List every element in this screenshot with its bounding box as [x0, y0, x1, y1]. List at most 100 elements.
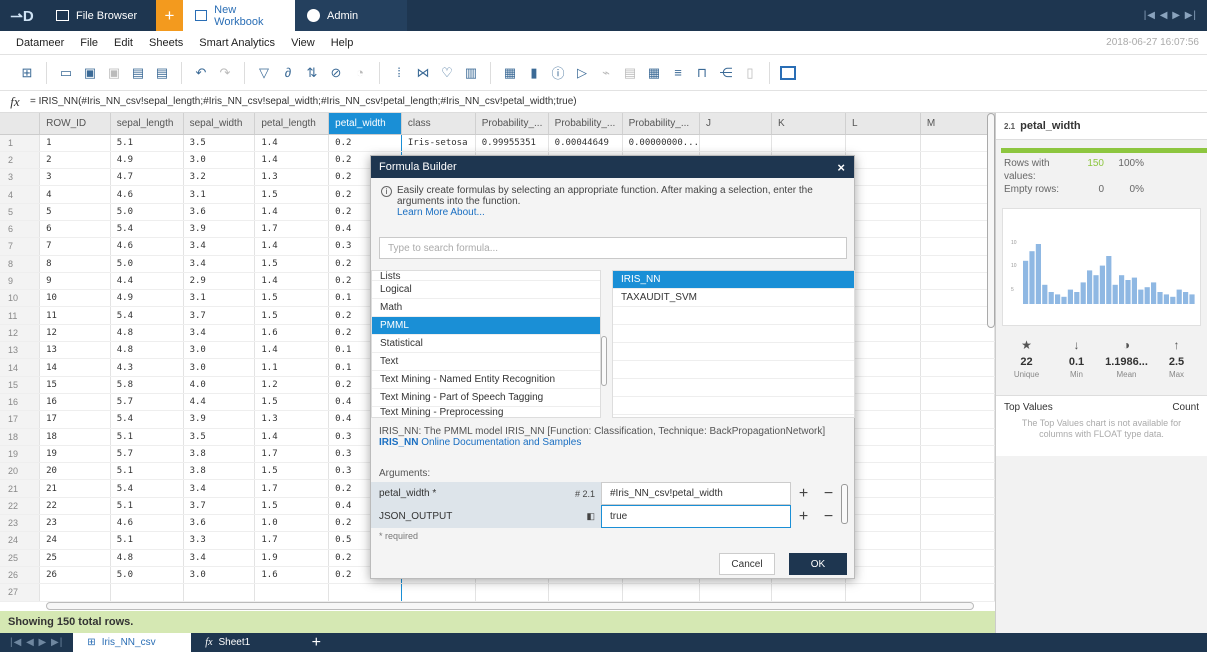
- table-cell[interactable]: 3.7: [183, 497, 256, 516]
- table-cell[interactable]: 5.7: [110, 445, 184, 464]
- table-cell[interactable]: 14: [39, 358, 111, 377]
- table-cell[interactable]: 5.1: [110, 134, 184, 152]
- table-cell[interactable]: 5.1: [110, 462, 184, 481]
- row-number[interactable]: 10: [0, 289, 41, 308]
- column-header[interactable]: Probability_...: [475, 113, 549, 135]
- table-cell[interactable]: 5.1: [110, 531, 184, 550]
- table-cell[interactable]: 1.4: [254, 428, 330, 446]
- table-cell[interactable]: 1.4: [254, 203, 330, 221]
- table-cell[interactable]: 1.5: [254, 497, 330, 516]
- table-cell[interactable]: [845, 151, 921, 170]
- row-number[interactable]: 18: [0, 428, 41, 446]
- table-cell[interactable]: 17: [39, 410, 111, 429]
- documentation-link[interactable]: IRIS_NN Online Documentation and Samples: [379, 437, 849, 448]
- table-cell[interactable]: 3.4: [183, 479, 256, 498]
- table-cell[interactable]: 1.5: [254, 255, 330, 273]
- info-icon[interactable]: ⓘ: [549, 64, 567, 82]
- table-cell[interactable]: 1.4: [254, 272, 330, 291]
- row-number[interactable]: 26: [0, 566, 41, 585]
- column-header[interactable]: Probability_...: [622, 113, 701, 135]
- table-cell[interactable]: 5.0: [110, 566, 184, 585]
- table-cell[interactable]: [920, 583, 995, 602]
- table-cell[interactable]: 3.0: [183, 358, 256, 377]
- table-cell[interactable]: [845, 531, 921, 550]
- add-argument-icon[interactable]: +: [799, 508, 808, 526]
- formula-input[interactable]: = IRIS_NN(#Iris_NN_csv!sepal_length;#Iri…: [30, 96, 577, 107]
- table-cell[interactable]: 26: [39, 566, 111, 585]
- table-cell[interactable]: 3.1: [183, 289, 256, 308]
- table-cell[interactable]: 5.0: [110, 203, 184, 221]
- remove-argument-icon[interactable]: −: [824, 485, 833, 503]
- table-cell[interactable]: [920, 497, 995, 516]
- table-cell[interactable]: 5.4: [110, 306, 184, 325]
- row-number[interactable]: 6: [0, 220, 41, 239]
- table-cell[interactable]: 1.4: [254, 151, 330, 170]
- sort-icon[interactable]: ⇅: [303, 64, 321, 82]
- table-cell[interactable]: [845, 220, 921, 239]
- table-cell[interactable]: [920, 531, 995, 550]
- column-header[interactable]: ROW_ID: [39, 113, 111, 135]
- stats-icon[interactable]: ▥: [462, 64, 480, 82]
- table-cell[interactable]: 3.0: [183, 566, 256, 585]
- table-cell[interactable]: 1.6: [254, 324, 330, 343]
- table-cell[interactable]: [845, 237, 921, 256]
- table-cell[interactable]: [920, 306, 995, 325]
- row-number[interactable]: 19: [0, 445, 41, 464]
- sheet-tab-iris-nn-csv[interactable]: ⊞ Iris_NN_csv: [73, 633, 192, 652]
- table-cell[interactable]: [845, 255, 921, 273]
- table-cell[interactable]: 0.00000000...: [622, 134, 701, 152]
- table-cell[interactable]: [845, 324, 921, 343]
- table-cell[interactable]: [920, 549, 995, 567]
- add-sheet-button[interactable]: +: [301, 633, 331, 652]
- table-cell[interactable]: 3.9: [183, 220, 256, 239]
- grid-corner-header[interactable]: [0, 113, 41, 135]
- table-cell[interactable]: 3.2: [183, 168, 256, 187]
- row-number[interactable]: 11: [0, 306, 41, 325]
- table-cell[interactable]: Iris-setosa: [401, 134, 476, 152]
- column-header[interactable]: class: [401, 113, 476, 135]
- save-as-icon[interactable]: ▣: [105, 64, 123, 82]
- panel-toggle-icon[interactable]: [780, 65, 796, 80]
- table-cell[interactable]: [771, 134, 846, 152]
- row-number[interactable]: 17: [0, 410, 41, 429]
- formula-search-input[interactable]: Type to search formula...: [379, 237, 847, 259]
- table-cell[interactable]: 1: [39, 134, 111, 152]
- table-cell[interactable]: 5.4: [110, 410, 184, 429]
- category-item[interactable]: PMML: [372, 317, 600, 335]
- column-header[interactable]: petal_length: [254, 113, 330, 135]
- table-cell[interactable]: [699, 583, 772, 602]
- table-cell[interactable]: [328, 583, 402, 602]
- tab-file-browser[interactable]: File Browser: [44, 0, 156, 31]
- category-item[interactable]: Text Mining - Named Entity Recognition: [372, 371, 600, 389]
- like-icon[interactable]: ♡: [438, 64, 456, 82]
- table-cell[interactable]: 13: [39, 341, 111, 360]
- row-number[interactable]: 2: [0, 151, 41, 170]
- import-icon[interactable]: ▤: [129, 64, 147, 82]
- table-cell[interactable]: 3.3: [183, 531, 256, 550]
- row-number[interactable]: 7: [0, 237, 41, 256]
- table-cell[interactable]: 1.5: [254, 462, 330, 481]
- redo-icon[interactable]: ↷: [216, 64, 234, 82]
- table-cell[interactable]: [920, 272, 995, 291]
- table-cell[interactable]: 1.7: [254, 479, 330, 498]
- column-header[interactable]: M: [920, 113, 995, 135]
- table-cell[interactable]: [920, 462, 995, 481]
- table-cell[interactable]: 3.4: [183, 549, 256, 567]
- tab-new-workbook[interactable]: New Workbook: [183, 0, 295, 31]
- table-cell[interactable]: [622, 583, 701, 602]
- table-cell[interactable]: 8: [39, 255, 111, 273]
- table-cell[interactable]: 4.6: [110, 514, 184, 533]
- table-cell[interactable]: 10: [39, 289, 111, 308]
- table-cell[interactable]: [845, 497, 921, 516]
- table-cell[interactable]: 24: [39, 531, 111, 550]
- column-header[interactable]: L: [845, 113, 921, 135]
- table-cell[interactable]: [475, 583, 549, 602]
- menu-view[interactable]: View: [283, 37, 323, 49]
- table-cell[interactable]: 1.5: [254, 185, 330, 204]
- sheet-tab-sheet1[interactable]: fx Sheet1: [191, 633, 301, 652]
- table-cell[interactable]: 3.5: [183, 134, 256, 152]
- row-number[interactable]: 15: [0, 376, 41, 394]
- aggregate-icon[interactable]: ⊓: [693, 64, 711, 82]
- table-cell[interactable]: 1.5: [254, 289, 330, 308]
- table-cell[interactable]: 3.0: [183, 151, 256, 170]
